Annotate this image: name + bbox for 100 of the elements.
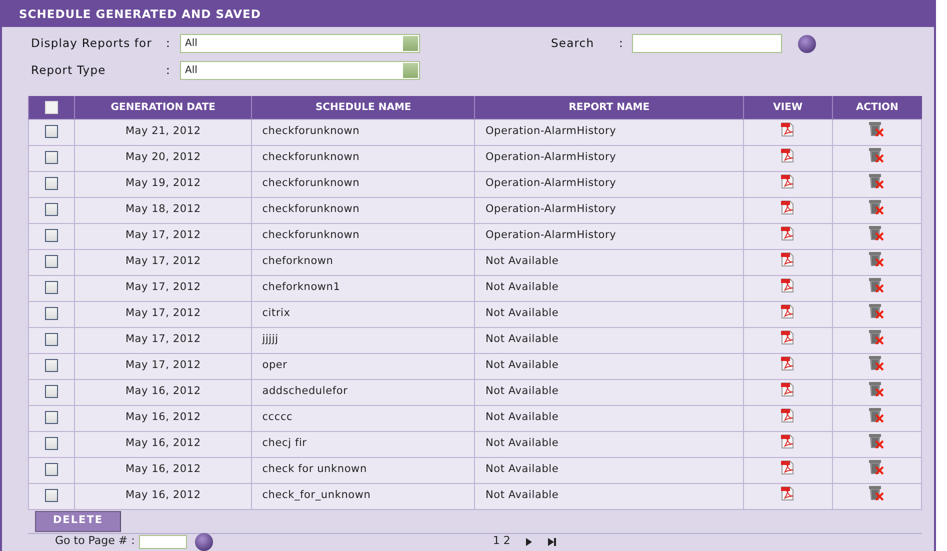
schedule-name-cell: check_for_unknown [252,483,475,509]
report-name-cell: Not Available [474,353,744,379]
report-name-cell: Not Available [474,379,744,405]
date-cell: May 17, 2012 [74,301,252,327]
delete-icon[interactable] [868,251,886,268]
separator: : [166,62,172,79]
filter-label: Report Type [31,62,107,79]
report-name-cell: Not Available [474,405,744,431]
page-links[interactable]: 1 2 [492,533,510,550]
row-checkbox[interactable] [45,462,58,476]
row-checkbox[interactable] [45,202,58,216]
schedule-name-cell: checkforunknown [252,145,475,171]
date-cell: May 17, 2012 [74,353,252,379]
report-name-cell: Not Available [474,249,744,275]
report-name-cell: Not Available [474,457,744,483]
column-header: VIEW [743,96,832,119]
date-cell: May 17, 2012 [74,275,252,301]
column-header: REPORT NAME [474,96,744,119]
date-cell: May 16, 2012 [74,483,252,509]
schedule-name-cell: checj fir [252,431,475,457]
separator: : [166,34,172,52]
delete-button[interactable]: DELETE [35,510,121,532]
go-to-page-label: Go to Page # : [55,533,135,550]
page-field[interactable] [138,534,187,548]
report-name-cell: Not Available [474,275,744,301]
report-name-cell: Operation-AlarmHistory [474,145,744,171]
report-name-cell: Not Available [474,483,744,509]
date-cell: May 19, 2012 [74,171,252,197]
row-checkbox[interactable] [45,306,58,320]
delete-icon[interactable] [868,147,886,164]
schedule-name-cell: check for unknown [252,457,475,483]
pdf-icon[interactable] [781,304,794,319]
column-header: GENERATION DATE [74,96,252,119]
last-icon[interactable] [548,538,556,546]
pdf-icon[interactable] [781,330,794,345]
delete-icon[interactable] [868,355,886,372]
delete-icon[interactable] [868,329,886,346]
row-checkbox[interactable] [45,358,58,372]
report-name-cell: Not Available [474,327,744,353]
row-checkbox[interactable] [45,436,58,450]
pdf-icon[interactable] [781,226,794,241]
delete-icon[interactable] [868,485,886,502]
delete-icon[interactable] [868,381,886,398]
next-icon[interactable] [526,538,532,546]
pdf-icon[interactable] [781,460,794,475]
row-checkbox[interactable] [45,410,58,424]
delete-icon[interactable] [868,199,886,216]
report-name-cell: Not Available [474,431,744,457]
panel-title: SCHEDULE GENERATED AND SAVED [2,0,934,27]
pdf-icon[interactable] [781,148,794,163]
row-checkbox[interactable] [45,332,58,346]
schedule-name-cell: jjjjj [252,327,475,353]
row-checkbox[interactable] [45,124,58,138]
row-checkbox[interactable] [45,384,58,398]
row-checkbox[interactable] [45,150,58,164]
delete-icon[interactable] [868,459,886,476]
delete-icon[interactable] [868,225,886,242]
delete-icon[interactable] [868,433,886,450]
delete-icon[interactable] [868,407,886,424]
delete-icon[interactable] [868,277,886,294]
row-checkbox[interactable] [45,254,58,268]
row-checkbox[interactable] [45,176,58,190]
row-checkbox[interactable] [45,228,58,242]
row-checkbox[interactable] [45,280,58,294]
schedule-name-cell: cheforknown [252,249,475,275]
pdf-icon[interactable] [781,382,794,397]
pdf-icon[interactable] [781,174,794,189]
pdf-icon[interactable] [781,252,794,267]
go-icon[interactable] [194,532,213,550]
dropdown[interactable]: All [180,61,420,80]
pdf-icon[interactable] [781,200,794,215]
pdf-icon[interactable] [781,278,794,293]
row-checkbox[interactable] [45,488,58,502]
date-cell: May 20, 2012 [74,145,252,171]
delete-icon[interactable] [868,303,886,320]
pdf-icon[interactable] [781,486,794,501]
schedule-name-cell: checkforunknown [252,171,475,197]
column-header: SCHEDULE NAME [252,96,475,119]
separator: : [619,34,624,52]
date-cell: May 16, 2012 [74,379,252,405]
go-icon[interactable] [798,34,816,52]
schedule-name-cell: citrix [252,301,475,327]
date-cell: May 21, 2012 [74,119,252,145]
search-field[interactable] [632,34,782,53]
report-name-cell: Not Available [474,301,744,327]
delete-icon[interactable] [868,121,886,138]
pdf-icon[interactable] [781,434,794,449]
pdf-icon[interactable] [781,122,794,137]
schedule-name-cell: cheforknown1 [252,275,475,301]
report-name-cell: Operation-AlarmHistory [474,119,744,145]
pdf-icon[interactable] [781,356,794,371]
select-all-checkbox[interactable] [45,100,58,114]
dropdown[interactable]: All [180,34,420,53]
schedule-name-cell: checkforunknown [252,197,475,223]
date-cell: May 17, 2012 [74,223,252,249]
schedule-name-cell: oper [252,353,475,379]
report-name-cell: Operation-AlarmHistory [474,197,744,223]
column-header: ACTION [832,96,922,119]
delete-icon[interactable] [868,173,886,190]
pdf-icon[interactable] [781,408,794,423]
